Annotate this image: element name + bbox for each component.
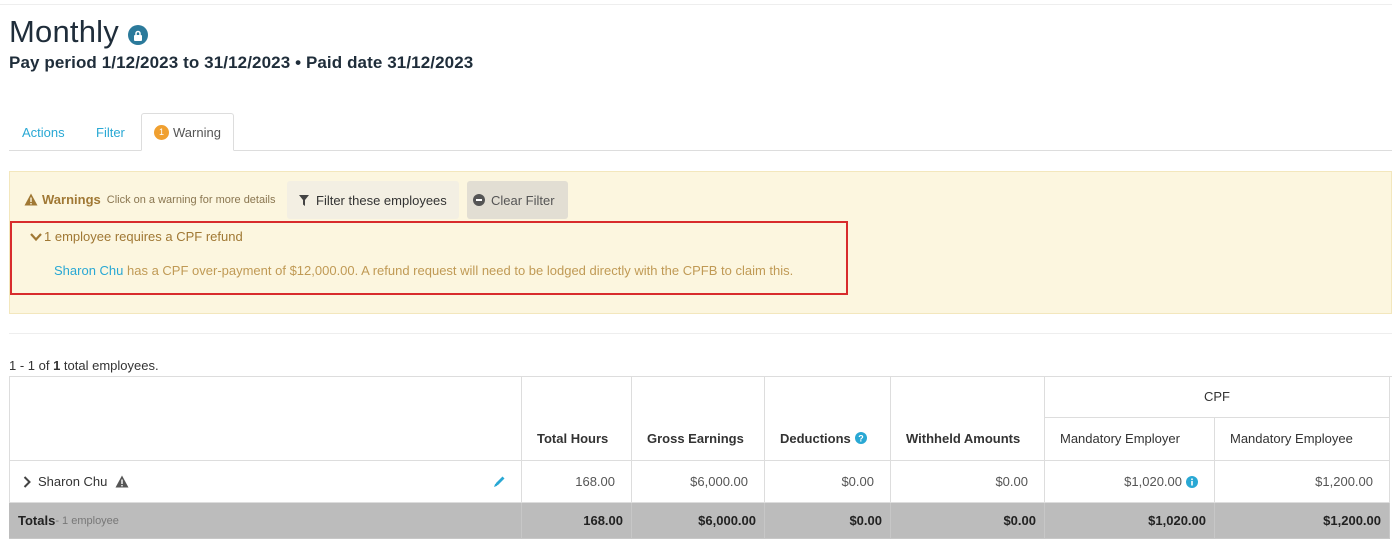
employee-link[interactable]: Sharon Chu: [54, 263, 123, 278]
totals-gross-earnings: $6,000.00: [632, 503, 765, 539]
section-divider: [9, 333, 1392, 334]
totals-withheld-amounts: $0.00: [891, 503, 1045, 539]
pay-run-table: Total Hours Gross Earnings Deductions ? …: [9, 376, 1392, 540]
lock-icon: [127, 25, 148, 45]
totals-total-hours: 168.00: [522, 503, 632, 539]
count-suffix: total employees.: [60, 358, 159, 373]
warnings-heading: Warnings Click on a warning for more det…: [24, 192, 276, 207]
pencil-icon[interactable]: [493, 475, 506, 488]
top-divider: [0, 4, 1392, 5]
funnel-icon: [299, 194, 309, 206]
row-mandatory-employee: $1,200.00: [1215, 461, 1390, 503]
warning-item-toggle[interactable]: 1 employee requires a CPF refund: [30, 229, 243, 244]
header-deductions-label: Deductions: [780, 431, 851, 446]
totals-row-label: Totals - 1 employee: [9, 503, 522, 539]
row-total-hours: 168.00: [522, 461, 632, 503]
warning-item-text: Sharon Chu has a CPF over-payment of $12…: [54, 263, 793, 278]
page-header: Monthly: [9, 14, 148, 50]
tab-filter[interactable]: Filter: [96, 113, 125, 151]
row-gross-earnings: $6,000.00: [632, 461, 765, 503]
employee-count: 1 - 1 of 1 total employees.: [9, 358, 159, 373]
row-deductions: $0.00: [765, 461, 891, 503]
info-circle-icon[interactable]: [1186, 475, 1198, 488]
page-title: Monthly: [9, 14, 119, 49]
header-employee-blank: [9, 376, 522, 461]
warning-item-title: 1 employee requires a CPF refund: [44, 229, 243, 244]
tab-bar: Actions Filter 1 Warning: [9, 113, 1392, 151]
filter-employees-label: Filter these employees: [316, 192, 447, 208]
svg-text:?: ?: [858, 434, 864, 444]
chevron-right-icon[interactable]: [23, 475, 31, 488]
employee-name[interactable]: Sharon Chu: [38, 474, 107, 489]
header-withheld-amounts[interactable]: Withheld Amounts: [891, 376, 1045, 461]
count-prefix: 1 - 1 of: [9, 358, 54, 373]
warnings-label: Warnings: [42, 192, 101, 207]
cpf-refund-warning: 1 employee requires a CPF refund Sharon …: [10, 221, 848, 295]
filter-employees-button[interactable]: Filter these employees: [287, 181, 459, 219]
tab-warning-label: Warning: [173, 124, 221, 140]
header-group-cpf: CPF: [1045, 376, 1390, 418]
totals-mandatory-employee: $1,200.00: [1215, 503, 1390, 539]
warning-triangle-icon: [24, 193, 38, 206]
totals-employee-count: - 1 employee: [55, 514, 119, 527]
row-mandatory-employer-value: $1,020.00: [1124, 474, 1182, 489]
pay-period-subtitle: Pay period 1/12/2023 to 31/12/2023 • Pai…: [9, 53, 474, 72]
header-gross-earnings[interactable]: Gross Earnings: [632, 376, 765, 461]
header-deductions[interactable]: Deductions ?: [765, 376, 891, 461]
row-mandatory-employer: $1,020.00: [1045, 461, 1215, 503]
header-mandatory-employer[interactable]: Mandatory Employer: [1045, 418, 1215, 461]
chevron-down-icon: [30, 232, 42, 241]
header-total-hours[interactable]: Total Hours: [522, 376, 632, 461]
warnings-hint: Click on a warning for more details: [106, 193, 276, 206]
totals-label: Totals: [18, 513, 56, 528]
table-row[interactable]: Sharon Chu: [9, 461, 522, 503]
tab-actions[interactable]: Actions: [22, 113, 65, 151]
row-withheld-amounts: $0.00: [891, 461, 1045, 503]
clear-filter-button[interactable]: Clear Filter: [467, 181, 568, 219]
warning-detail: has a CPF over-payment of $12,000.00. A …: [123, 263, 794, 278]
clear-filter-label: Clear Filter: [491, 192, 555, 208]
minus-circle-icon: [473, 194, 485, 206]
totals-deductions: $0.00: [765, 503, 891, 539]
warning-count-badge: 1: [154, 124, 169, 140]
header-mandatory-employee[interactable]: Mandatory Employee: [1215, 418, 1390, 461]
totals-mandatory-employer: $1,020.00: [1045, 503, 1215, 539]
warning-triangle-icon: [115, 475, 129, 488]
tab-warning[interactable]: 1 Warning: [141, 113, 234, 151]
question-circle-icon[interactable]: ?: [854, 432, 867, 444]
